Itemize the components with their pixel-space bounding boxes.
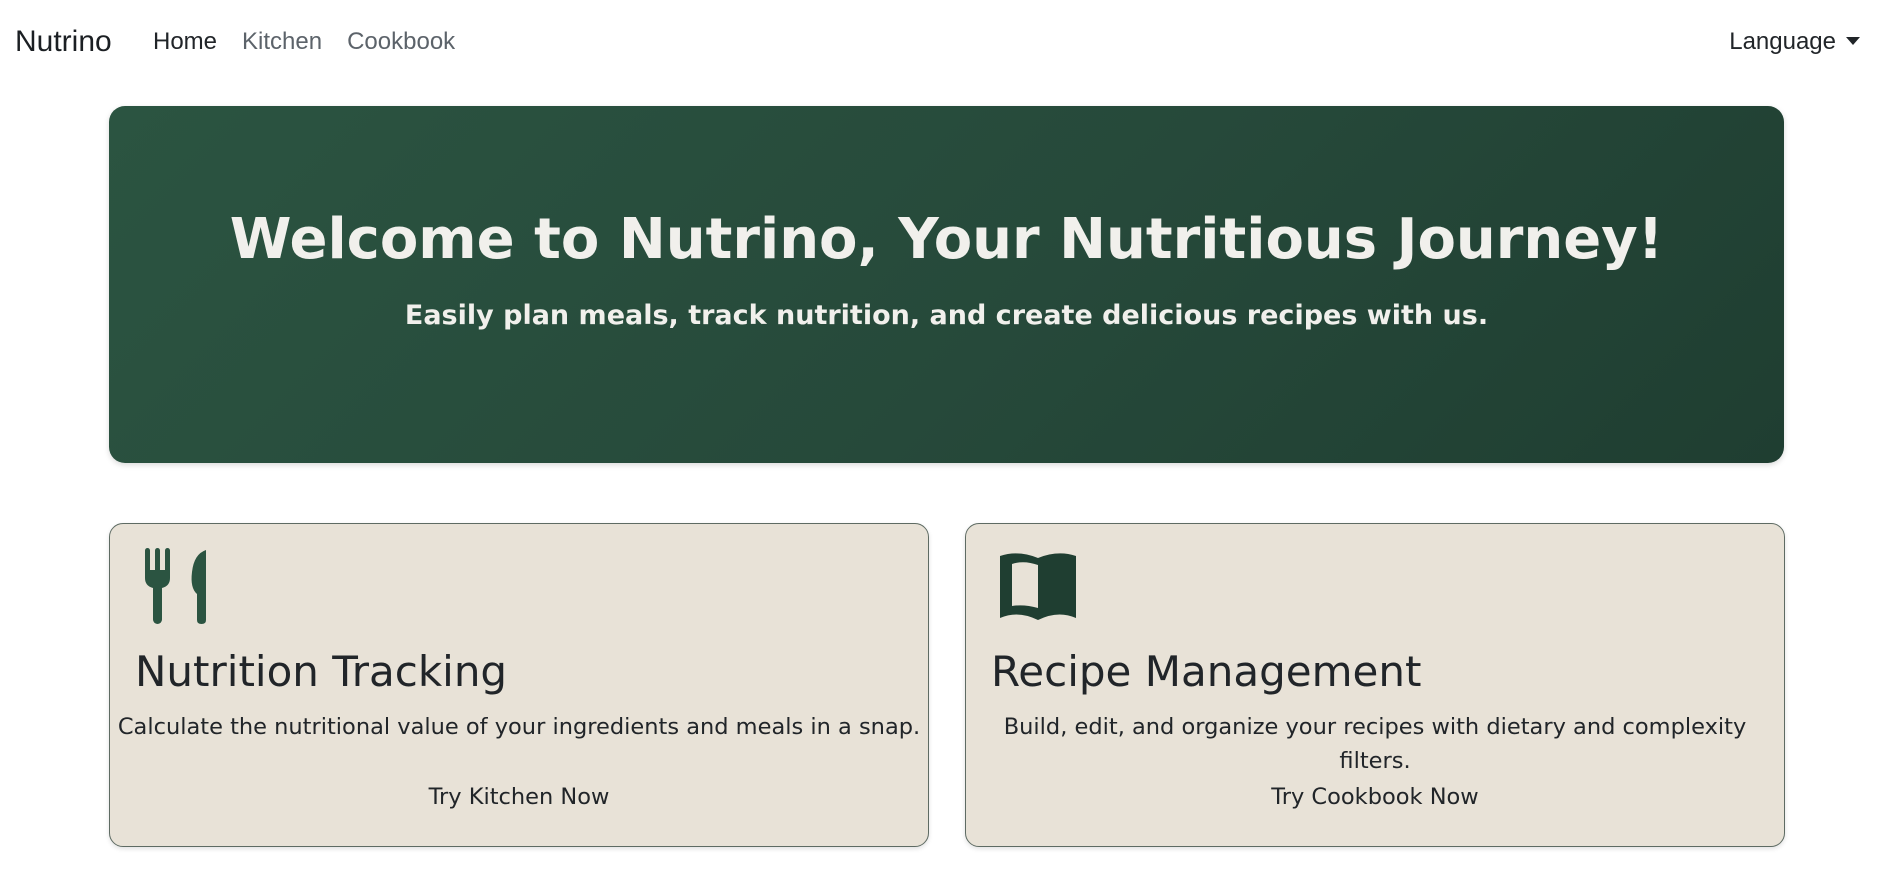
language-dropdown[interactable]: Language (1729, 24, 1860, 60)
feature-card-nutrition: Nutrition Tracking Calculate the nutriti… (109, 523, 929, 847)
nav-link-home[interactable]: Home (153, 24, 217, 60)
navbar: Nutrino Home Kitchen Cookbook Language (0, 0, 1890, 84)
feature-title: Recipe Management (991, 647, 1422, 696)
utensils-icon (142, 548, 212, 629)
hero-subtitle: Easily plan meals, track nutrition, and … (404, 300, 1489, 331)
brand-logo[interactable]: Nutrino (15, 22, 112, 62)
caret-down-icon (1846, 37, 1860, 45)
try-kitchen-button[interactable]: Try Kitchen Now (110, 780, 928, 814)
feature-description: Build, edit, and organize your recipes w… (1003, 714, 1747, 774)
hero-banner: Welcome to Nutrino, Your Nutritious Jour… (109, 106, 1784, 463)
feature-title: Nutrition Tracking (135, 647, 508, 696)
feature-description: Calculate the nutritional value of your … (117, 714, 921, 740)
feature-card-recipes: Recipe Management Build, edit, and organ… (965, 523, 1785, 847)
open-book-icon (998, 548, 1078, 629)
hero-title: Welcome to Nutrino, Your Nutritious Jour… (229, 207, 1664, 272)
nav-links: Home Kitchen Cookbook (153, 24, 455, 60)
nav-link-kitchen[interactable]: Kitchen (242, 24, 322, 60)
nav-link-cookbook[interactable]: Cookbook (347, 24, 455, 60)
language-label: Language (1729, 28, 1836, 55)
try-cookbook-button[interactable]: Try Cookbook Now (966, 780, 1784, 814)
